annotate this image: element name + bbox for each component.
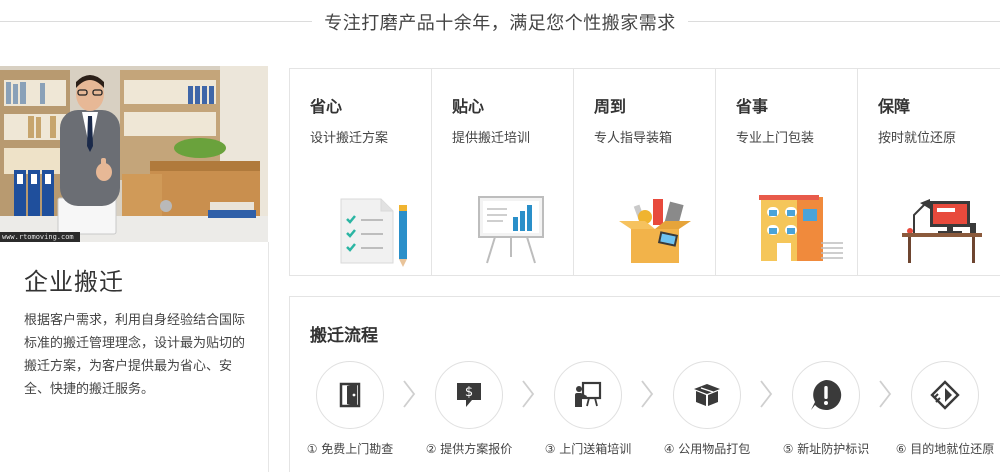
step-icon-circle <box>316 361 384 429</box>
alert-icon <box>811 379 842 410</box>
box-icon <box>694 384 720 406</box>
feature-card-desc: 专人指导装箱 <box>594 131 673 146</box>
feature-card-title: 省心 <box>310 97 343 116</box>
step-icon-circle <box>554 361 622 429</box>
feature-card-title: 省事 <box>736 97 769 116</box>
feature-card-desc: 提供搬迁培训 <box>452 131 531 146</box>
feature-card-effortless[interactable]: 省事 专业上门包装 <box>716 69 858 275</box>
presentation-board-icon <box>478 196 544 264</box>
heading-divider-right <box>688 21 1000 22</box>
hero-photo: www.rtomoving.com <box>0 66 268 242</box>
step-label: ③ 上门送箱培训 <box>544 442 632 456</box>
process-step-packing[interactable]: ④ 公用物品打包 <box>647 361 767 471</box>
process-step-protection[interactable]: ⑤ 新址防护标识 <box>766 361 886 471</box>
process-title: 搬迁流程 <box>310 326 378 346</box>
step-label: ① 免费上门勘查 <box>306 442 394 456</box>
feature-card-desc: 专业上门包装 <box>736 131 815 146</box>
quote-icon: $ <box>457 383 481 407</box>
process-step-restore[interactable]: ⑥ 目的地就位还原 <box>885 361 1000 471</box>
intro-title: 企业搬迁 <box>24 268 124 296</box>
door-icon <box>339 382 361 408</box>
svg-text:$: $ <box>465 385 473 400</box>
feature-card-worry-free[interactable]: 省心 设计搬迁方案 <box>290 69 432 275</box>
step-icon-circle <box>911 361 979 429</box>
training-icon <box>575 381 602 407</box>
step-label: ② 提供方案报价 <box>425 442 513 456</box>
step-label: ⑥ 目的地就位还原 <box>895 442 995 456</box>
checklist-icon <box>340 198 407 267</box>
process-step-training[interactable]: ③ 上门送箱培训 <box>528 361 648 471</box>
step-label: ④ 公用物品打包 <box>663 442 751 456</box>
feature-card-guarantee[interactable]: 保障 按时就位还原 <box>858 69 1000 275</box>
step-icon-circle <box>673 361 741 429</box>
process-step-survey[interactable]: ① 免费上门勘查 <box>290 361 410 471</box>
feature-card-caring[interactable]: 贴心 提供搬迁培训 <box>432 69 574 275</box>
feature-card-desc: 按时就位还原 <box>878 131 957 146</box>
packing-box-icon <box>619 199 691 263</box>
step-icon-circle: $ <box>435 361 503 429</box>
office-desk-icon <box>902 199 982 263</box>
process-step-quote[interactable]: $ ② 提供方案报价 <box>409 361 529 471</box>
feature-card-thoughtful[interactable]: 周到 专人指导装箱 <box>574 69 716 275</box>
feature-card-title: 保障 <box>878 97 911 116</box>
photo-watermark: www.rtomoving.com <box>0 232 80 242</box>
section-heading: 专注打磨产品十余年，满足您个性搬家需求 <box>0 0 1000 44</box>
building-icon <box>759 195 843 261</box>
intro-panel: 企业搬迁 根据客户需求，利用自身经验结合国际标准的搬迁管理理念，设计最为贴切的搬… <box>0 242 269 472</box>
intro-description: 根据客户需求，利用自身经验结合国际标准的搬迁管理理念，设计最为贴切的搬迁方案，为… <box>24 313 246 397</box>
restore-icon <box>930 380 960 410</box>
feature-card-title: 贴心 <box>452 97 485 116</box>
feature-cards: 省心 设计搬迁方案 贴心 提供搬迁培训 周到 专人指导装箱 省事 专业上门包装 … <box>289 68 1000 276</box>
section-heading-text: 专注打磨产品十余年，满足您个性搬家需求 <box>324 13 676 34</box>
heading-divider-left <box>0 21 312 22</box>
feature-card-desc: 设计搬迁方案 <box>310 131 389 146</box>
step-label: ⑤ 新址防护标识 <box>782 442 870 456</box>
step-icon-circle <box>792 361 860 429</box>
relocation-process-section: 搬迁流程 ① 免费上门勘查 $ ② 提供方案报价 ③ 上门送箱培训 ④ 公用物品… <box>289 296 1000 472</box>
feature-card-title: 周到 <box>594 97 627 116</box>
